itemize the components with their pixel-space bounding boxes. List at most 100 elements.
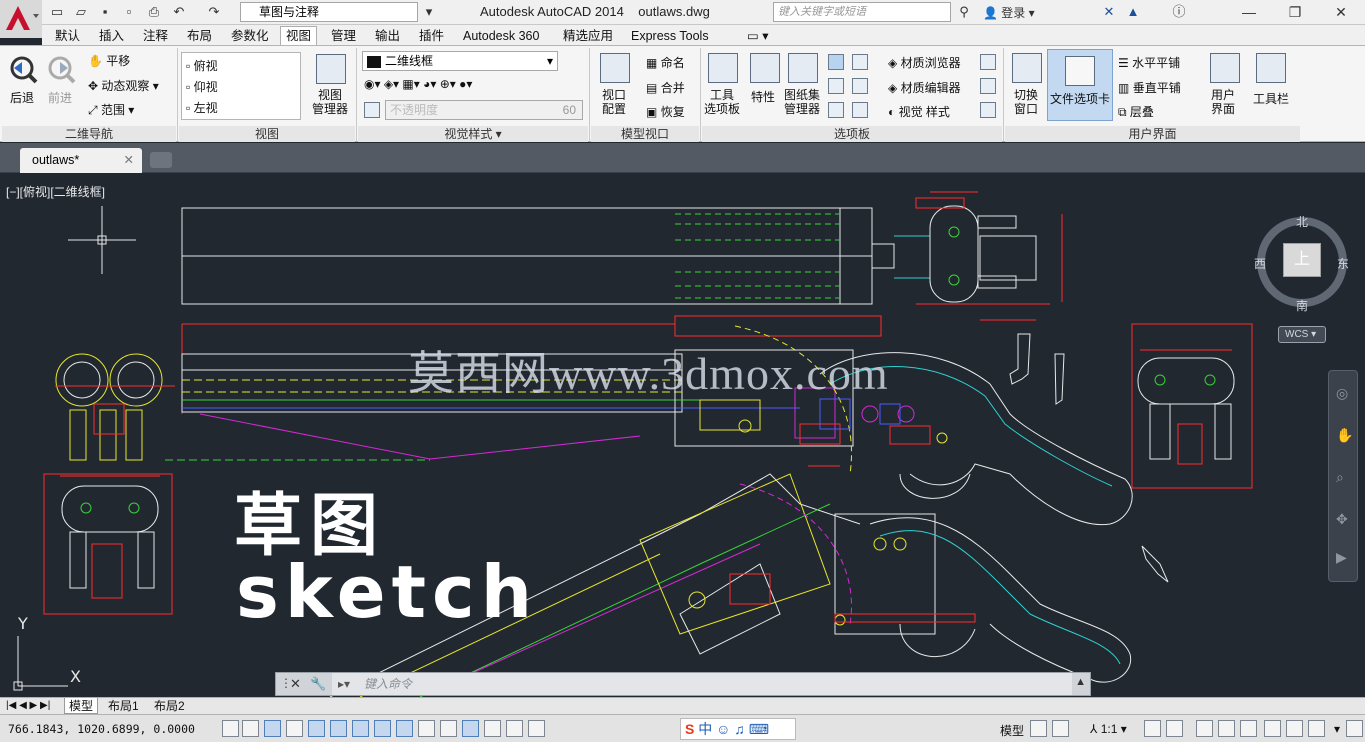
tab-featured-apps[interactable]: 精选应用	[558, 27, 618, 45]
switch-windows-label[interactable]: 切换 窗口	[1014, 88, 1038, 116]
navigation-bar[interactable]: ◎ ✋ ⌕ ✥ ▶	[1328, 370, 1358, 582]
status-menu-arrow-icon[interactable]: ▾	[1334, 722, 1340, 736]
auto-scale-icon[interactable]	[1166, 720, 1183, 737]
save-as-icon[interactable]: ▫	[120, 3, 138, 21]
redo-icon[interactable]: ↷	[205, 3, 223, 21]
selection-cycling-icon[interactable]	[506, 720, 523, 737]
sun-icon[interactable]	[980, 78, 996, 94]
tile-horizontal-button[interactable]: ☰ 水平平铺	[1118, 54, 1180, 71]
command-history-icon[interactable]: ▲	[1075, 676, 1086, 688]
quick-view-drawings-icon[interactable]	[1052, 720, 1069, 737]
showmotion-icon[interactable]: ▶	[1336, 549, 1347, 566]
opacity-slider[interactable]: 不透明度 60	[385, 100, 583, 120]
bulb-icon[interactable]	[1308, 720, 1325, 737]
plot-icon[interactable]: ⎙	[145, 3, 163, 21]
annotation-scale[interactable]: ⅄ 1:1 ▾	[1090, 722, 1127, 736]
cursor-coordinates[interactable]: 766.1843, 1020.6899, 0.0000	[8, 722, 195, 736]
drawing-canvas[interactable]: Y X [−][俯视][二维线框] 莫西网www.3dmox.com 草图 sk…	[0, 174, 1365, 697]
visual-style-select[interactable]: 二维线框 ▾	[362, 51, 558, 71]
tool-palettes-icon[interactable]	[708, 53, 738, 83]
materials-editor-button[interactable]: ◈ 材质编辑器	[888, 79, 961, 96]
undo-icon[interactable]: ↶	[170, 3, 188, 21]
tab-express-tools[interactable]: Express Tools	[626, 27, 714, 45]
viewcube-top-face[interactable]: 上	[1283, 243, 1321, 277]
restore-viewport-button[interactable]: ▣ 恢复	[646, 103, 685, 120]
render-icon[interactable]	[980, 102, 996, 118]
object-snap-icon[interactable]	[330, 720, 347, 737]
clean-screen-icon[interactable]	[1346, 720, 1363, 737]
materials-browser-button[interactable]: ◈ 材质浏览器	[888, 54, 961, 71]
customize-command-icon[interactable]: 🔧	[310, 676, 326, 692]
orbit-tool-icon[interactable]: ✥	[1336, 511, 1348, 528]
binoculars-icon[interactable]: ⚲	[955, 3, 973, 21]
model-space-toggle[interactable]: 模型	[1000, 722, 1024, 739]
visual-styles-manager-button[interactable]: ◐ 视觉 样式	[888, 103, 950, 120]
annotation-monitor-icon[interactable]	[528, 720, 545, 737]
autodesk-app-icon[interactable]: ▲	[1124, 3, 1142, 21]
tab-layout[interactable]: 布局	[182, 27, 217, 45]
xray-icon[interactable]	[364, 102, 380, 118]
infer-constraints-icon[interactable]	[222, 720, 239, 737]
dynamic-input-icon[interactable]	[418, 720, 435, 737]
tab-view[interactable]: 视图	[280, 26, 318, 46]
sheet-set-manager-label[interactable]: 图纸集 管理器	[784, 88, 820, 116]
back-icon[interactable]	[8, 54, 38, 84]
named-viewport-button[interactable]: ▦ 命名	[646, 54, 685, 71]
file-tabs-button[interactable]: 文件选项卡	[1047, 49, 1113, 121]
exchange-icon[interactable]: ✕	[1100, 3, 1118, 21]
palette-dbconnect-icon[interactable]	[852, 102, 868, 118]
ime-toolbar[interactable]: S 中 ☺ ♫ ⌨	[680, 718, 796, 740]
close-tab-icon[interactable]: ✕	[124, 148, 134, 172]
palette-layers-icon[interactable]	[828, 78, 844, 94]
object-snap-tracking-icon[interactable]	[374, 720, 391, 737]
compass-south[interactable]: 南	[1296, 297, 1308, 314]
cascade-button[interactable]: ⧉ 层叠	[1118, 103, 1154, 120]
viewport-controls-label[interactable]: [−][俯视][二维线框]	[6, 183, 105, 200]
notification-icon[interactable]	[1286, 720, 1303, 737]
tab-output[interactable]: 输出	[370, 27, 405, 45]
user-interface-icon[interactable]	[1210, 53, 1240, 83]
back-label[interactable]: 后退	[10, 89, 34, 106]
sheet-set-manager-icon[interactable]	[788, 53, 818, 83]
lights-icon[interactable]	[980, 54, 996, 70]
view-bottom[interactable]: ▫ 仰视	[186, 78, 218, 95]
snap-mode-icon[interactable]	[242, 720, 259, 737]
user-interface-label[interactable]: 用户 界面	[1211, 88, 1235, 116]
close-command-line-icon[interactable]: ✕	[290, 676, 301, 692]
properties-icon[interactable]	[750, 53, 780, 83]
command-input[interactable]: ▸▾ 键入命令	[332, 673, 1072, 695]
join-viewport-button[interactable]: ▤ 合并	[646, 79, 685, 96]
layout-tab-layout1[interactable]: 布局1	[104, 698, 143, 714]
document-tab[interactable]: outlaws* ✕	[20, 148, 142, 173]
autocad-logo-icon[interactable]	[0, 0, 42, 38]
view-manager-label[interactable]: 视图 管理器	[312, 88, 348, 116]
tab-annotate[interactable]: 注释	[138, 27, 173, 45]
tab-autodesk-360[interactable]: Autodesk 360	[458, 27, 544, 45]
isolate-objects-icon[interactable]	[1264, 720, 1281, 737]
transparency-icon[interactable]	[462, 720, 479, 737]
layout-nav-arrows-icon[interactable]: |◀ ◀ ▶ ▶|	[2, 698, 54, 714]
restore-button[interactable]: ❐	[1272, 0, 1318, 24]
hardware-acceleration-icon[interactable]	[1240, 720, 1257, 737]
new-file-icon[interactable]: ▭	[48, 3, 66, 21]
workspace-switching-icon[interactable]	[1196, 720, 1213, 737]
visual-style-tools[interactable]: ◉▾ ◈▾ ▦▾ ◕▾ ⊕▾ ●▾	[364, 77, 472, 91]
lock-ui-icon[interactable]	[1218, 720, 1235, 737]
forward-label[interactable]: 前进	[48, 89, 72, 106]
tab-manage[interactable]: 管理	[326, 27, 361, 45]
layout-tab-model[interactable]: 模型	[64, 698, 99, 714]
orbit-button[interactable]: ✥ 动态观察 ▾	[88, 77, 159, 94]
workspace-select[interactable]: 草图与注释	[240, 2, 418, 22]
tab-insert[interactable]: 插入	[94, 27, 129, 45]
tile-vertical-button[interactable]: ▥ 垂直平铺	[1118, 79, 1181, 96]
zoom-tool-icon[interactable]: ⌕	[1336, 469, 1344, 486]
view-manager-icon[interactable]	[316, 54, 346, 84]
steering-wheel-icon[interactable]: ◎	[1336, 385, 1348, 402]
open-file-icon[interactable]: ▱	[72, 3, 90, 21]
palette-calc-icon[interactable]	[828, 102, 844, 118]
tab-plugins[interactable]: 插件	[414, 27, 449, 45]
view-left[interactable]: ▫ 左视	[186, 99, 218, 116]
close-button[interactable]: ✕	[1318, 0, 1364, 24]
quick-view-layouts-icon[interactable]	[1030, 720, 1047, 737]
ribbon-minimize-icon[interactable]: ▭ ▾	[742, 27, 774, 45]
